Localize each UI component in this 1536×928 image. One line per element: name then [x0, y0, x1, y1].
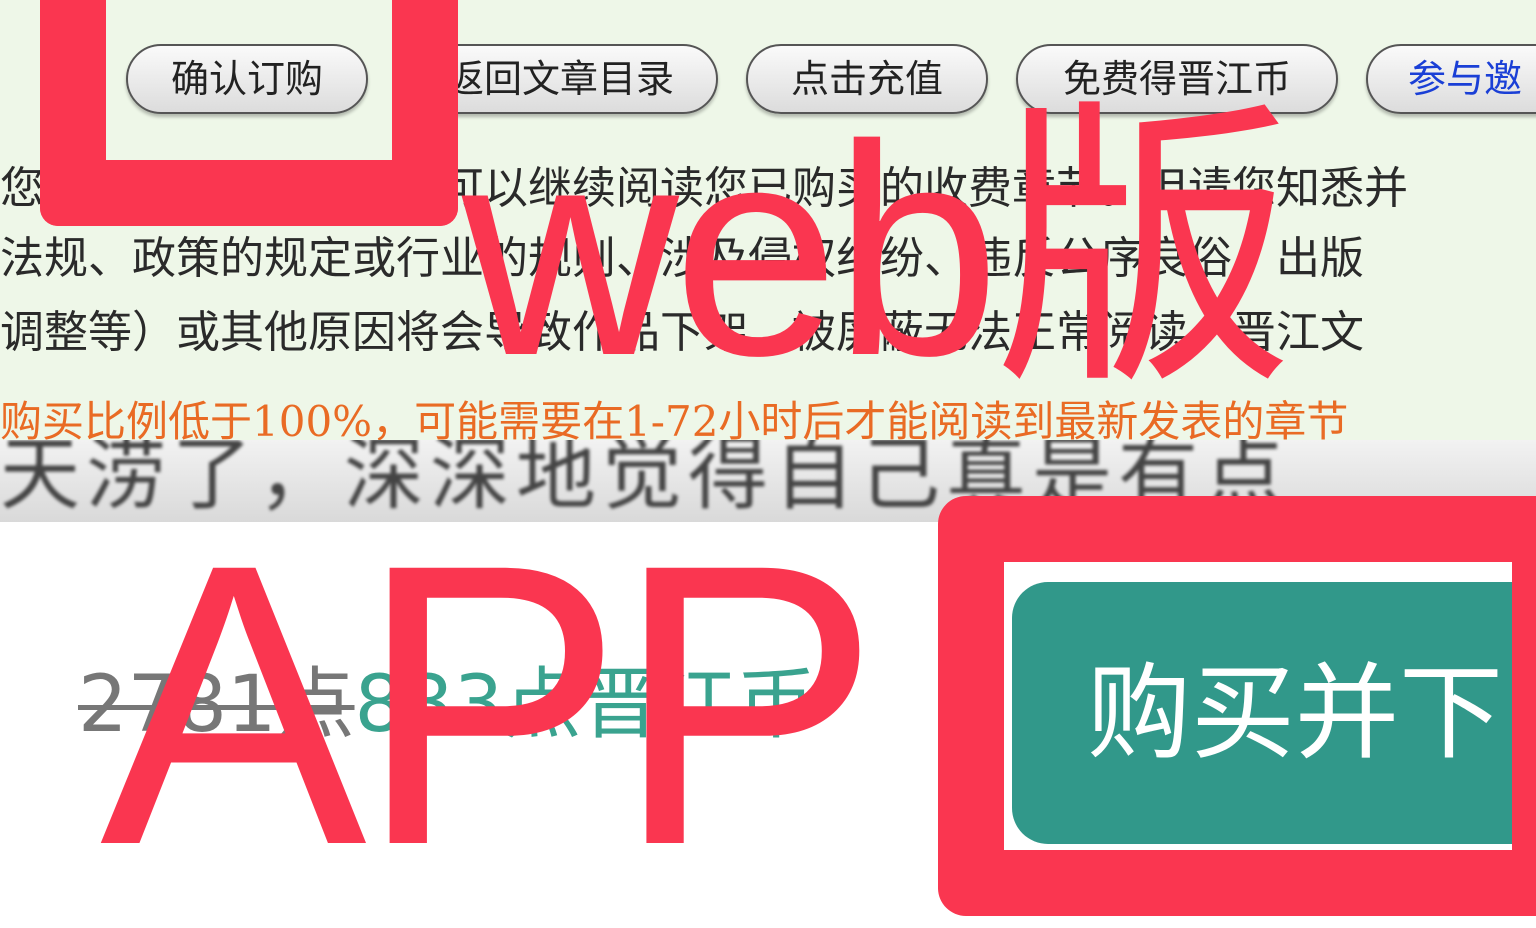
- app-highlight-box: [938, 496, 1536, 916]
- web-highlight-box: [40, 0, 458, 226]
- web-version-label: web版: [462, 82, 1294, 418]
- invite-button[interactable]: 参与邀: [1366, 44, 1536, 114]
- app-version-label: APP: [100, 481, 880, 928]
